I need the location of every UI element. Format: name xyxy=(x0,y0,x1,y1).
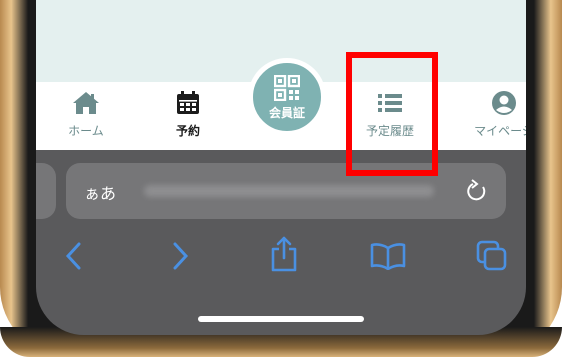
previous-tab-address-bar[interactable] xyxy=(36,163,56,219)
tab-my-page[interactable]: マイページ xyxy=(464,90,526,139)
forward-icon[interactable] xyxy=(170,240,190,272)
highlight-box xyxy=(346,52,438,176)
tabs-icon[interactable] xyxy=(476,240,508,272)
member-card-button[interactable]: 会員証 xyxy=(248,58,326,136)
home-icon xyxy=(73,92,99,114)
tab-reservation-label: 予約 xyxy=(175,124,200,138)
home-indicator xyxy=(198,316,364,322)
url-text xyxy=(144,185,434,197)
address-bar[interactable]: ぁあ xyxy=(66,163,506,219)
back-icon[interactable] xyxy=(64,240,84,272)
reload-icon[interactable] xyxy=(464,177,490,205)
text-size-button[interactable]: ぁあ xyxy=(84,180,116,204)
phone-screen: ホーム 予約 予定履歴 マイペー 会員証 ぁあ xyxy=(36,0,526,335)
tab-home[interactable]: ホーム xyxy=(46,90,126,139)
tab-reservation[interactable]: 予約 xyxy=(148,90,228,139)
tab-home-label: ホーム xyxy=(68,124,104,138)
calendar-icon xyxy=(177,91,199,114)
share-icon[interactable] xyxy=(270,236,298,272)
member-card-label: 会員証 xyxy=(268,106,305,120)
bookmarks-icon[interactable] xyxy=(370,242,406,270)
qr-code-icon xyxy=(274,75,300,101)
user-icon xyxy=(492,91,516,115)
tab-my-page-label: マイページ xyxy=(474,124,526,138)
